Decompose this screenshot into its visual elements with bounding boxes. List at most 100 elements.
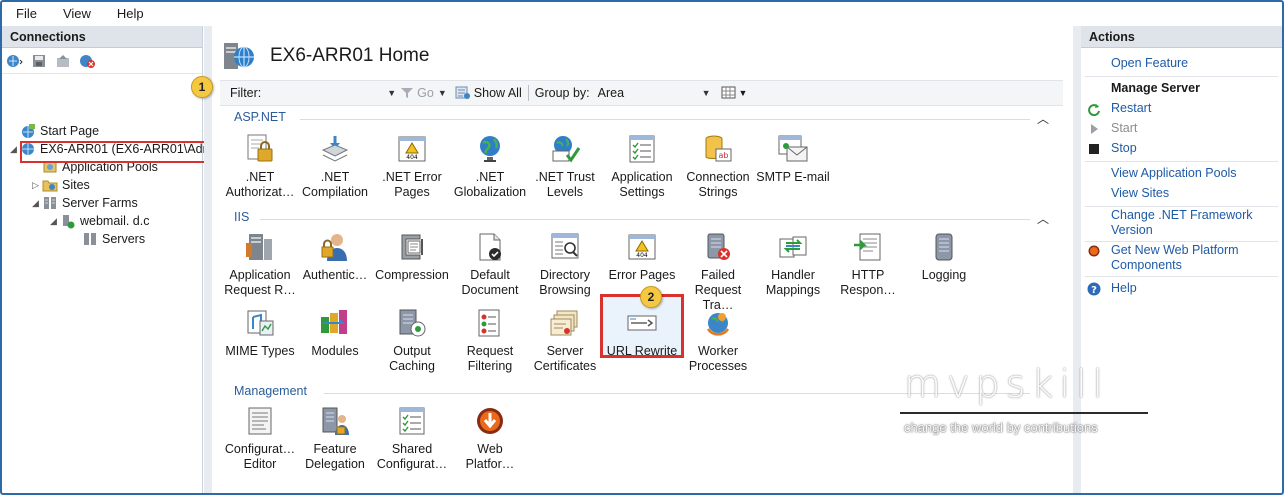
feature-worker-processes[interactable]: Worker Processes [678, 306, 758, 374]
server-globe-icon [22, 143, 34, 155]
collapse-arrow-icon[interactable]: ◢ [50, 216, 60, 227]
error-pages-icon: 404 [398, 136, 426, 162]
collapse-arrow-icon[interactable]: ◢ [32, 198, 42, 209]
feature-server-certificates[interactable]: Server Certificates [525, 306, 605, 374]
feature-web-platform-installer[interactable]: Web Platfor… [450, 404, 530, 472]
tree-item-start-page[interactable]: Start Page [10, 122, 99, 140]
start-icon [1087, 122, 1101, 136]
connections-pane: Connections Start Page ◢ EX6-ARR01 (EX6-… [2, 26, 213, 493]
menu-view[interactable]: View [63, 6, 91, 21]
tree-item-webmail-farm[interactable]: ◢ webmail. d.c [50, 212, 149, 230]
right-splitter[interactable] [1073, 26, 1081, 493]
feature-default-document[interactable]: Default Document [450, 230, 530, 298]
feature-output-caching[interactable]: Output Caching [372, 306, 452, 374]
group-by-select[interactable]: Area [598, 86, 698, 100]
feature-failed-request-tracing[interactable]: Failed Request Tra… [678, 230, 758, 313]
tree-item-application-pools[interactable]: Application Pools [32, 158, 158, 176]
main-pane: EX6-ARR01 Home Filter: ▼ Go ▼ Show All G… [191, 26, 1073, 493]
funnel-icon [401, 88, 414, 98]
collapse-group-icon[interactable]: ︿ [1037, 110, 1049, 127]
disconnect-icon[interactable] [78, 52, 96, 70]
feature-error-pages[interactable]: 404 Error Pages [602, 230, 682, 283]
tree-item-servers[interactable]: Servers [72, 230, 145, 248]
feature-application-request-routing[interactable]: Application Request R… [220, 230, 300, 298]
svg-text:404: 404 [636, 252, 648, 259]
menu-help[interactable]: Help [117, 6, 144, 21]
feature-net-globalization[interactable]: .NET Globalization [450, 132, 530, 200]
action-change-net-framework-version[interactable]: Change .NET Framework Version [1081, 208, 1282, 238]
collapse-arrow-icon[interactable]: ◢ [10, 144, 20, 155]
menu-bar: File View Help [2, 2, 1282, 24]
svg-text:ab: ab [719, 151, 729, 160]
page-title: EX6-ARR01 Home [270, 45, 430, 66]
feature-authentication[interactable]: Authentic… [295, 230, 375, 283]
arr-server-icon [246, 234, 272, 260]
filter-toolbar: Filter: ▼ Go ▼ Show All Group by: Area ▼… [220, 80, 1063, 106]
feature-request-filtering[interactable]: Request Filtering [450, 306, 530, 374]
filter-input[interactable] [263, 84, 384, 102]
expand-arrow-icon[interactable]: ▷ [32, 180, 42, 191]
action-view-application-pools[interactable]: View Application Pools [1081, 166, 1282, 181]
feature-mime-types[interactable]: MIME Types [220, 306, 300, 359]
server-globe-icon [224, 43, 254, 69]
filter-dropdown-icon[interactable]: ▼ [387, 88, 396, 98]
feature-handler-mappings[interactable]: Handler Mappings [753, 230, 833, 298]
feature-net-trust-levels[interactable]: .NET Trust Levels [525, 132, 605, 200]
action-help[interactable]: ? Help [1081, 281, 1282, 296]
feature-configuration-editor[interactable]: Configurat… Editor [220, 404, 300, 472]
tree-label: Start Page [40, 124, 100, 138]
feature-application-settings[interactable]: Application Settings [602, 132, 682, 200]
feature-net-authorization[interactable]: .NET Authorizat… [220, 132, 300, 200]
action-stop[interactable]: Stop [1081, 141, 1282, 156]
feature-compression[interactable]: Compression [372, 230, 452, 283]
tree-label: webmail. d.c [80, 214, 150, 228]
feature-connection-strings[interactable]: ab Connection Strings [678, 132, 758, 200]
group-divider [300, 119, 1030, 120]
collapse-group-icon[interactable]: ︿ [1037, 210, 1049, 227]
view-mode-icon[interactable]: ▼ [721, 86, 747, 100]
web-platform-icon [477, 408, 503, 434]
feature-http-response-headers[interactable]: HTTP Respon… [828, 230, 908, 298]
feature-net-error-pages[interactable]: 404 .NET Error Pages [372, 132, 452, 200]
feature-modules[interactable]: Modules [295, 306, 375, 359]
action-open-feature[interactable]: Open Feature [1081, 56, 1282, 71]
url-rewrite-icon [627, 315, 657, 331]
menu-file[interactable]: File [16, 6, 37, 21]
save-icon[interactable] [30, 52, 48, 70]
action-start[interactable]: Start [1081, 121, 1282, 136]
tree-label: Server Farms [62, 196, 138, 210]
settings-list-icon [629, 135, 655, 163]
actions-title: Actions [1081, 26, 1282, 48]
svg-text:404: 404 [406, 154, 418, 161]
feature-net-compilation[interactable]: .NET Compilation [295, 132, 375, 200]
feature-shared-configuration[interactable]: Shared Configurat… [372, 404, 452, 472]
group-divider [324, 393, 1030, 394]
feature-url-rewrite[interactable]: URL Rewrite [602, 306, 682, 359]
action-get-new-web-platform-components[interactable]: Get New Web Platform Components [1081, 243, 1282, 273]
connect-icon[interactable] [6, 52, 24, 70]
tree-item-server[interactable]: ◢ EX6-ARR01 (EX6-ARR01\Adm [10, 140, 213, 158]
go-dropdown-icon[interactable]: ▼ [438, 88, 447, 98]
feature-delegation[interactable]: Feature Delegation [295, 404, 375, 472]
stop-icon [1087, 142, 1101, 156]
tree-item-sites[interactable]: ▷ Sites [32, 176, 90, 194]
compression-icon [401, 234, 423, 260]
email-icon [778, 135, 808, 162]
feature-logging[interactable]: Logging [904, 230, 984, 283]
group-by-dropdown-icon[interactable]: ▼ [702, 88, 711, 98]
sites-folder-icon [42, 180, 58, 192]
up-level-icon[interactable] [54, 52, 72, 70]
action-divider [1085, 241, 1278, 242]
feature-smtp-email[interactable]: SMTP E-mail [753, 132, 833, 185]
worker-processes-icon [706, 313, 730, 336]
user-lock-icon [321, 234, 347, 261]
action-restart[interactable]: Restart [1081, 101, 1282, 116]
show-all-button[interactable]: Show All [455, 86, 522, 100]
go-label: Go [417, 86, 434, 100]
action-view-sites[interactable]: View Sites [1081, 186, 1282, 201]
tree-item-server-farms[interactable]: ◢ Server Farms [32, 194, 138, 212]
show-all-label: Show All [473, 86, 522, 100]
feature-directory-browsing[interactable]: Directory Browsing [525, 230, 605, 298]
go-button[interactable]: Go [400, 86, 434, 100]
compilation-icon [321, 136, 349, 162]
